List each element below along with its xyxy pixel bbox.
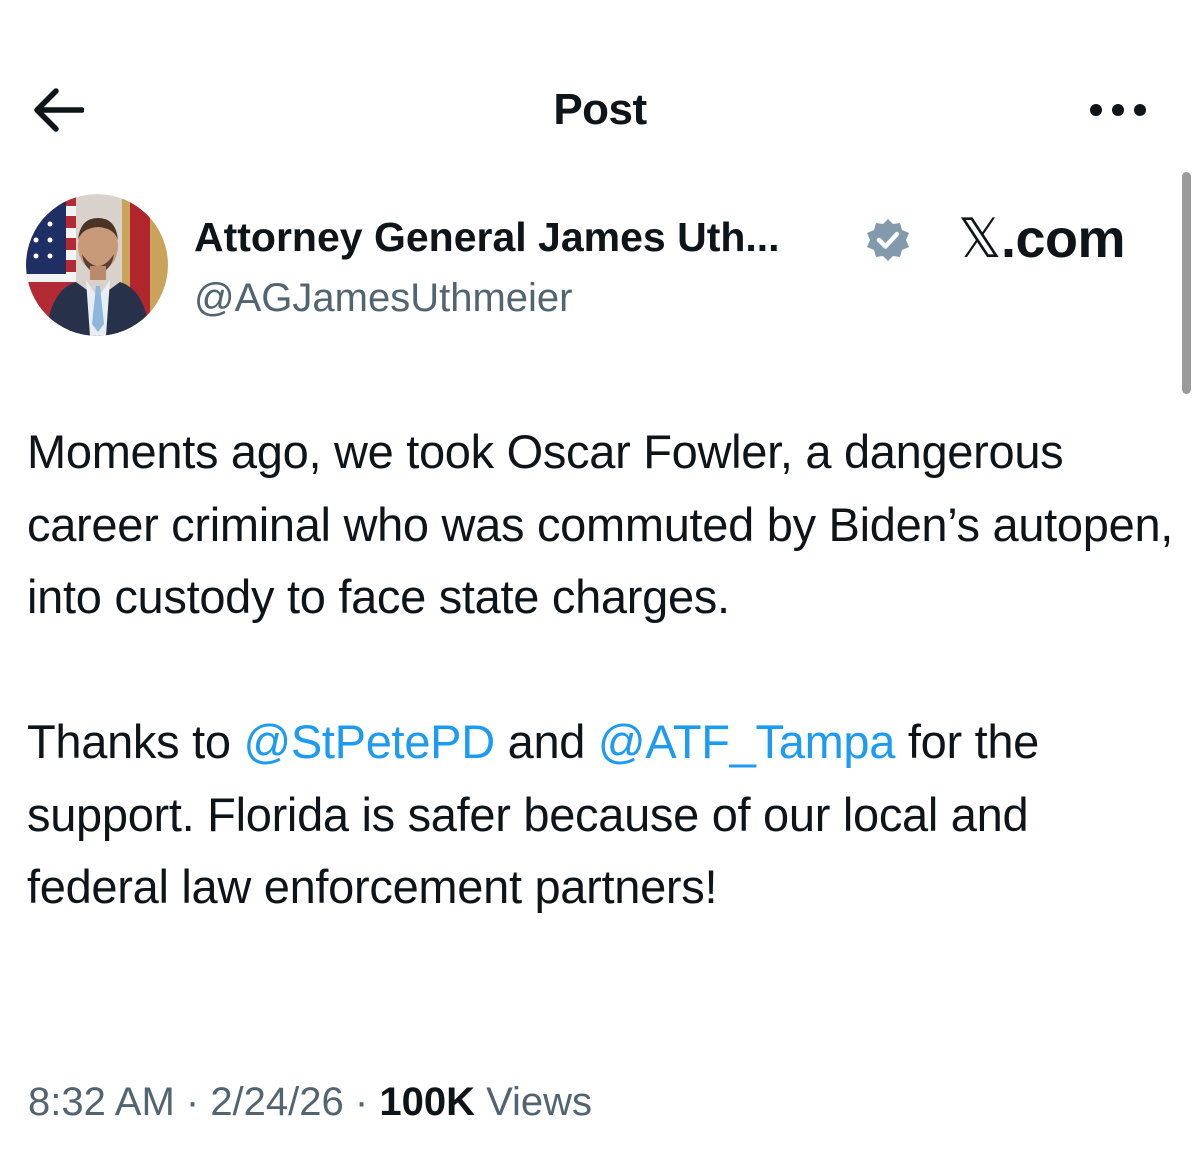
text-segment: Thanks to [27, 715, 244, 768]
source-watermark: 𝕏.com [958, 207, 1126, 270]
avatar[interactable] [26, 194, 168, 336]
post-meta: 8:32 AM · 2/24/26 · 100K Views [28, 1078, 592, 1126]
x-logo-icon: 𝕏 [958, 207, 1002, 270]
mention-stpetepd-link[interactable]: @StPetePD [243, 715, 495, 768]
page-title: Post [553, 85, 647, 134]
separator: · [343, 1080, 380, 1124]
author-name[interactable]: Attorney General James Uth... [194, 212, 780, 262]
post-paragraph-1: Moments ago, we took Oscar Fowler, a dan… [27, 425, 1174, 623]
text-segment: and [494, 715, 598, 768]
separator: · [174, 1080, 211, 1124]
top-nav-bar: Post [0, 60, 1200, 160]
views-label[interactable]: Views [475, 1080, 592, 1124]
source-domain: .com [1001, 209, 1126, 269]
mention-atf-tampa-link[interactable]: @ATF_Tampa [598, 715, 896, 768]
view-count[interactable]: 100K [379, 1080, 475, 1124]
post-date[interactable]: 2/24/26 [210, 1080, 343, 1124]
profile-photo [26, 194, 168, 336]
author-handle[interactable]: @AGJamesUthmeier [194, 274, 572, 322]
scrollbar[interactable] [1182, 172, 1191, 394]
more-horizontal-icon [1090, 104, 1146, 116]
post-paragraph-2: Thanks to @StPetePD and @ATF_Tampa for t… [27, 706, 1177, 924]
verified-badge-icon [867, 219, 909, 261]
more-options-button[interactable] [1082, 90, 1154, 130]
post-time[interactable]: 8:32 AM [28, 1080, 175, 1124]
post-text: Moments ago, we took Oscar Fowler, a dan… [27, 416, 1177, 924]
post-screen: Post Attorney General James Uth... @AGJa… [0, 0, 1200, 1176]
